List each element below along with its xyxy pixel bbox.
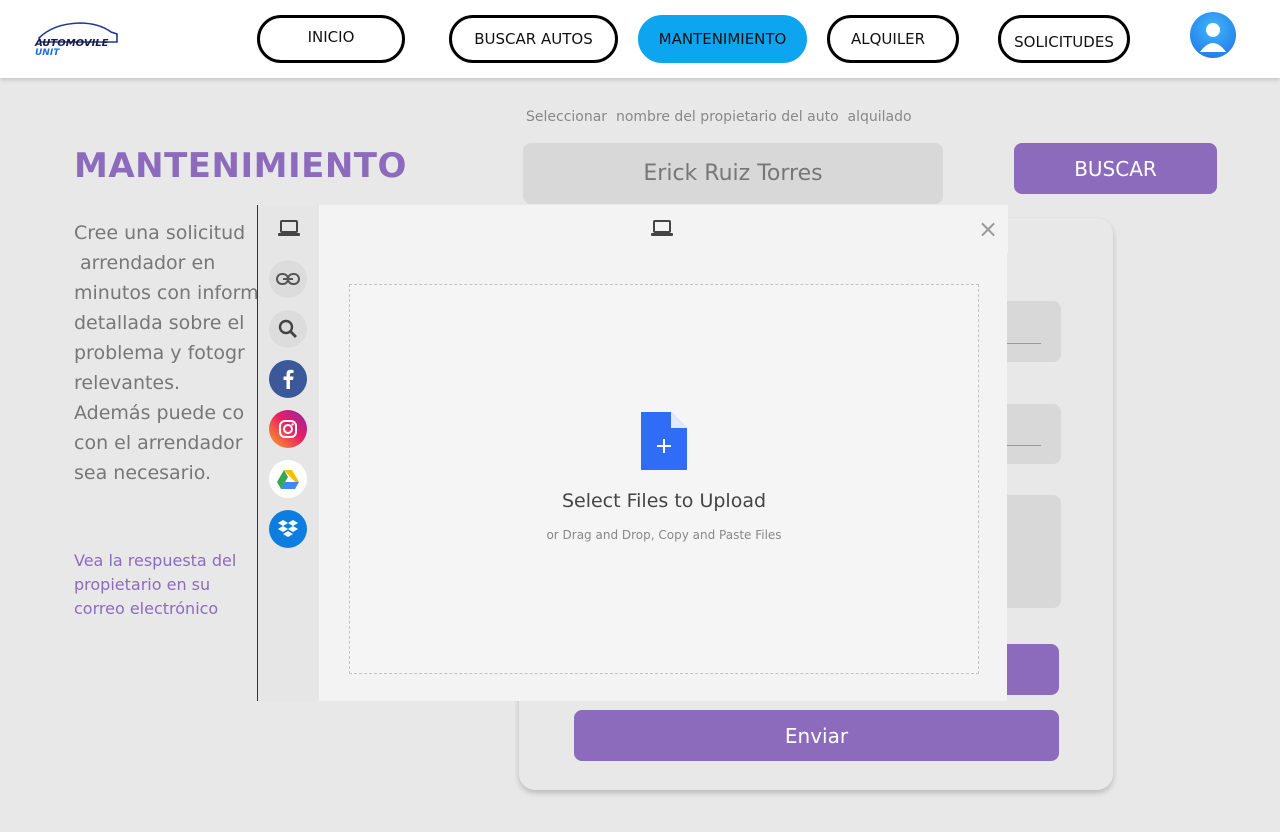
- instagram-icon[interactable]: [269, 410, 307, 448]
- dropzone-subtitle: or Drag and Drop, Copy and Paste Files: [546, 528, 782, 542]
- intro-line: arrendador en: [74, 252, 216, 274]
- page-title: MANTENIMIENTO: [74, 146, 407, 186]
- intro-line: problema y fotogr: [74, 342, 245, 364]
- nav-inicio[interactable]: INICIO: [257, 15, 405, 63]
- link-icon[interactable]: [269, 260, 307, 298]
- intro-line: con el arrendador: [74, 432, 243, 454]
- facebook-icon[interactable]: [269, 360, 307, 398]
- dropzone-title[interactable]: Select Files to Upload: [350, 490, 978, 512]
- intro-line: relevantes.: [74, 372, 181, 394]
- response-note: Vea la respuesta del propietario en su c…: [74, 551, 237, 618]
- top-navbar: AUTOMOVILE UNIT INICIO BUSCAR AUTOS MANT…: [0, 0, 1280, 78]
- owner-name-field[interactable]: Erick Ruiz Torres: [523, 143, 943, 204]
- search-button[interactable]: BUSCAR: [1014, 143, 1217, 194]
- picker-header: [258, 205, 1008, 253]
- file-picker-modal: × Select Files to Upload or Drag and Dro…: [257, 205, 1008, 701]
- google-drive-icon[interactable]: [269, 460, 307, 498]
- send-button[interactable]: Enviar: [574, 710, 1059, 761]
- user-avatar-icon[interactable]: [1190, 12, 1236, 58]
- file-add-icon[interactable]: [641, 412, 687, 470]
- nav-buscar-autos[interactable]: BUSCAR AUTOS: [449, 15, 618, 63]
- close-icon[interactable]: ×: [976, 217, 1000, 241]
- search-icon[interactable]: [269, 310, 307, 348]
- logo-text-bottom: UNIT: [35, 48, 60, 56]
- automovile-unit-logo[interactable]: AUTOMOVILE UNIT: [33, 20, 119, 56]
- nav-mantenimiento[interactable]: MANTENIMIENTO: [638, 15, 807, 63]
- my-device-title-icon: [651, 219, 673, 239]
- dropbox-icon[interactable]: [269, 510, 307, 548]
- intro-line: detallada sobre el: [74, 312, 245, 334]
- computer-icon[interactable]: [258, 205, 319, 253]
- intro-line: Además puede co: [74, 402, 245, 424]
- nav-alquiler[interactable]: ALQUILER: [827, 15, 959, 63]
- intro-line: Cree una solicitud: [74, 222, 246, 244]
- intro-line: sea necesario.: [74, 462, 212, 484]
- nav-solicitudes[interactable]: SOLICITUDES: [998, 15, 1130, 63]
- intro-line: minutos con inform: [74, 282, 259, 304]
- file-dropzone[interactable]: Select Files to Upload or Drag and Drop,…: [349, 284, 979, 674]
- owner-select-label: Seleccionar nombre del propietario del a…: [526, 109, 912, 125]
- intro-text: Cree una solicitud arrendador en minutos…: [74, 218, 274, 488]
